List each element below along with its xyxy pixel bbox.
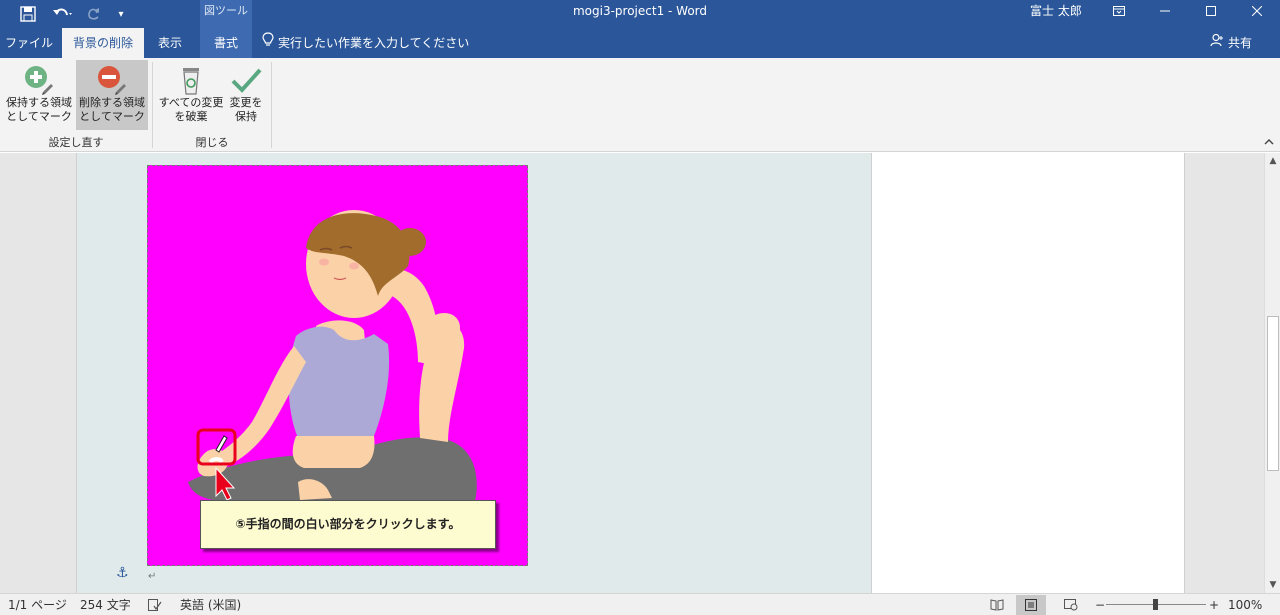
tab-format[interactable]: 書式: [200, 28, 252, 58]
web-layout-icon[interactable]: [1056, 595, 1086, 615]
tab-remove-background[interactable]: 背景の削除: [62, 28, 144, 58]
ribbon-display-options-icon[interactable]: [1096, 0, 1142, 22]
zoom-level[interactable]: 100%: [1228, 594, 1262, 615]
mark-areas-to-keep-button[interactable]: 保持する領域 としてマーク: [3, 60, 75, 130]
ribbon: 保持する領域 としてマーク 削除する領域 としてマーク すべての変更 を破棄 変…: [0, 58, 1280, 152]
collapse-ribbon-icon[interactable]: [1264, 136, 1274, 149]
share-button[interactable]: 共有: [1210, 28, 1252, 58]
checkmark-icon: [230, 64, 262, 96]
paragraph-mark: ↵: [148, 571, 157, 582]
status-bar: 1/1 ページ 254 文字 英語 (米国) − + 100%: [0, 593, 1280, 615]
user-name[interactable]: 富士 太郎: [1030, 0, 1082, 22]
page-right-area: [871, 153, 1185, 593]
group-label-close: 閉じる: [195, 136, 229, 149]
read-mode-icon[interactable]: [982, 595, 1012, 615]
group-separator: [271, 62, 272, 148]
tell-me-box[interactable]: 実行したい作業を入力してください: [262, 28, 469, 58]
lightbulb-icon: [262, 28, 274, 58]
ribbon-tab-row: ファイル 背景の削除 表示 書式 実行したい作業を入力してください 共有: [0, 28, 1280, 58]
person-icon: [1210, 28, 1224, 58]
title-bar: ▾ 図ツール mogi3-project1 - Word 富士 太郎: [0, 0, 1280, 28]
maximize-icon[interactable]: [1188, 0, 1234, 22]
zoom-out-button[interactable]: −: [1095, 594, 1105, 615]
group-label-refine: 設定し直す: [48, 136, 104, 149]
customize-quick-access-icon[interactable]: ▾: [112, 0, 130, 28]
context-tab-group: 図ツール: [200, 0, 252, 28]
minus-pencil-icon: [96, 64, 128, 96]
vertical-scrollbar[interactable]: ▲ ▼: [1264, 153, 1280, 593]
zoom-slider-thumb[interactable]: [1153, 599, 1158, 610]
close-icon[interactable]: [1234, 0, 1280, 22]
word-count[interactable]: 254 文字: [80, 594, 131, 615]
mark-areas-to-remove-button[interactable]: 削除する領域 としてマーク: [76, 60, 148, 130]
tab-file[interactable]: ファイル: [0, 28, 58, 58]
language[interactable]: 英語 (米国): [180, 594, 241, 615]
scroll-down-icon[interactable]: ▼: [1265, 577, 1280, 593]
tab-view[interactable]: 表示: [148, 28, 192, 58]
page-count[interactable]: 1/1 ページ: [8, 594, 67, 615]
discard-all-changes-button[interactable]: すべての変更 を破棄: [156, 60, 226, 130]
anchor-icon[interactable]: ⚓: [116, 565, 129, 581]
zoom-in-button[interactable]: +: [1209, 594, 1219, 615]
share-label: 共有: [1228, 36, 1253, 50]
keep-changes-button[interactable]: 変更を 保持: [226, 60, 266, 130]
recycle-bin-icon: [175, 64, 207, 96]
redo-icon[interactable]: [82, 0, 106, 28]
scrollbar-thumb[interactable]: [1267, 316, 1279, 471]
instruction-callout: ⑤手指の間の白い部分をクリックします。: [200, 500, 496, 549]
save-icon[interactable]: [14, 0, 42, 28]
tell-me-placeholder: 実行したい作業を入力してください: [278, 36, 470, 50]
proofing-icon[interactable]: [148, 594, 162, 615]
plus-pencil-icon: [23, 64, 55, 96]
scroll-up-icon[interactable]: ▲: [1265, 153, 1280, 169]
minimize-icon[interactable]: [1142, 0, 1188, 22]
print-layout-icon[interactable]: [1016, 595, 1046, 615]
group-separator: [152, 62, 153, 148]
undo-icon[interactable]: [46, 0, 80, 28]
document-area: ⑤手指の間の白い部分をクリックします。 ⚓ ↵: [0, 153, 1264, 593]
window-title: mogi3-project1 - Word: [572, 4, 708, 18]
left-margin: [0, 153, 77, 593]
